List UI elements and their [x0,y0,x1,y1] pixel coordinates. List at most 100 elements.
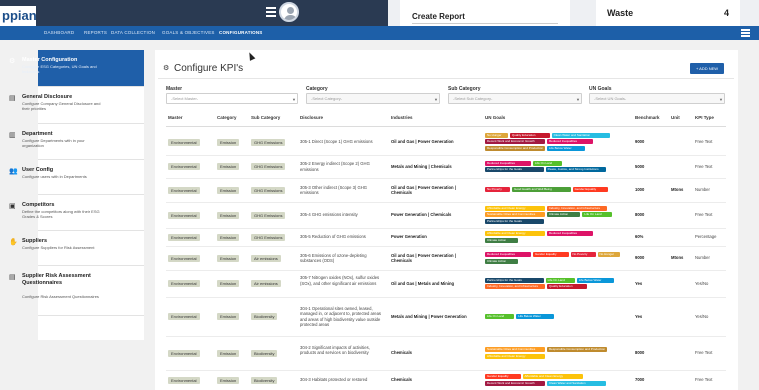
disclosure-text: 305-6 Emissions of ozone-depleting subst… [300,252,367,264]
category-tag: Emission [217,349,240,357]
category-tag: Emission [217,280,240,287]
un-goal-badge: Life Below Water [576,277,615,283]
sidebar-item-title: User Config [22,167,54,173]
industries-text: Oil and Gas | Metals and Mining [391,280,455,286]
master-tag: Environmental [168,138,200,146]
category-tag: Emission [217,138,240,146]
un-goal-badge: Clean Water and Sanitation [551,132,611,138]
add-new-button[interactable]: + ADD NEW [690,63,724,74]
category-tag: Emission [217,313,240,320]
un-goal-badge: Life On Land [533,160,563,166]
sidebar-item-description: Configure Departments with in your organ… [22,138,85,148]
unit-value: Mtons [671,255,684,261]
column-header-benchmark[interactable]: Benchmark [635,115,660,120]
document-icon: ▤ [9,274,16,281]
un-goal-badge: Reduced Inequalities [485,160,531,166]
sidebar-item-title: Supplier Risk Assessment Questionnaires [22,273,91,286]
disclosure-text: 305-2 Energy indirect (Scope 2) GHG emis… [300,161,370,172]
disclosure-text: 305-1 Direct (Scope 1) GHG emissions [300,139,373,145]
industries-text: Oil and Gas | Power Generation [391,139,454,145]
un-goal-badge: Life Below Water [547,145,585,151]
un-goal-badge: Affordable and Clean Energy [485,231,545,236]
disclosure-text: 305-3 Other indirect (Scope 3) GHG emiss… [300,184,368,196]
nav-goals-objectives[interactable]: GOALS & OBJECTIVES [162,30,215,35]
filter-label-master: Master [166,86,183,92]
master-tag: Environmental [168,233,200,241]
un-goal-badge: Sustainable Cities and Communities [485,212,545,218]
un-goal-badge: Life Below Water [516,313,554,319]
column-header-un-goals[interactable]: UN Goals [485,115,505,120]
sidebar-item-title: Suppliers [22,238,48,244]
gear-icon: ⚙ [163,65,170,72]
nav-reports[interactable]: REPORTS [84,30,107,35]
hamburger-menu-icon[interactable] [266,7,276,17]
category-tag: Emission [217,186,240,194]
gear-icon: ⚙ [9,58,16,65]
un-goal-badge: Climate Action [547,212,581,218]
sidebar-item-description: Configure users with in Departments [22,174,87,179]
master-tag: Environmental [168,163,200,170]
un-goals-select[interactable]: -Select UN Goals- [589,93,725,104]
sidebar-item-description: Configure ESG Categories, UN Goals and I… [22,64,97,74]
filter-label-un-goals: UN Goals [589,86,612,92]
sub-category-tag: Biodiversity [251,349,278,357]
un-goal-badge: Sustainable Cities and Communities [485,347,545,352]
column-header-sub-category[interactable]: Sub Category [251,115,280,120]
column-header-unit[interactable]: Unit [671,115,680,120]
disclosure-text: 305-7 Nitrogen oxides (NOx), sulfur oxid… [300,275,380,286]
waste-count: 4 [724,8,730,18]
sidebar-item-description: Configure Suppliers for Risk Assessment [22,245,95,250]
un-goal-badge: Life On Land [485,313,515,319]
sidebar-item-description: Define the competitors along with their … [22,209,100,219]
page-title: Configure KPI's [174,63,244,74]
nav-data-collection[interactable]: DATA COLLECTION [111,30,155,35]
un-goal-badge: Life On Land [582,212,612,218]
kpi-type-value: Percentage [695,234,717,240]
column-header-industries[interactable]: Industries [391,115,413,120]
sub-category-tag: GHG Emissions [251,233,286,241]
un-goal-badge: Partnerships for the Goals [485,277,544,283]
nav-menu-icon[interactable] [741,29,750,37]
nav-configurations[interactable]: CONFIGURATIONS [219,30,262,35]
building-icon: ▥ [9,132,16,139]
category-tag: Emission [217,254,240,262]
un-goal-badge: Gender Equality [485,374,521,379]
divider [166,126,726,127]
user-avatar[interactable] [279,2,299,22]
create-report-link[interactable]: Create Report [412,12,465,21]
industries-text: Oil and Gas | Power Generation | Chemica… [391,252,456,264]
category-tag: Emission [217,376,240,384]
kpi-type-value: Yes/No [695,313,709,319]
master-tag: Environmental [168,186,200,194]
master-select[interactable]: -Select Master- [166,93,298,104]
disclosure-text: 304-1 Operational sites owned, leased, m… [300,305,382,328]
chevron-down-icon: ▼ [434,97,438,102]
un-goal-badge: Affordable and Clean Energy [485,205,545,211]
sub-category-select[interactable]: -Select Sub Category- [448,93,582,104]
un-goal-badge: Clean Water and Sanitation [547,380,606,386]
master-tag: Environmental [168,313,200,320]
un-goal-badge: Responsible Consumption and Production [547,347,607,352]
kpi-type-value: Number [695,255,710,261]
nav-dashboard[interactable]: DASHBOARD [44,30,74,35]
benchmark-value: 5000 [635,163,645,169]
un-goal-badge: Climate Action [485,258,519,264]
master-tag: Environmental [168,280,200,287]
category-tag: Emission [217,163,240,170]
disclosure-text: 304-2 Significant impacts of activities,… [300,344,370,356]
benchmark-value: 60% [635,234,644,240]
column-header-category[interactable]: Category [217,115,237,120]
chevron-down-icon: ▼ [292,97,296,102]
disclosure-text: 304-3 Habitats protected or restored [300,377,368,383]
column-header-disclosure[interactable]: Disclosure [300,115,323,120]
column-header-kpi-type[interactable]: KPI Type [695,115,714,120]
industries-text: Metals and Mining | Power Generation [391,313,467,319]
un-goal-badge: Affordable and Clean Energy [485,353,545,359]
un-goal-badge: Affordable and Clean Energy [522,374,583,379]
column-header-master[interactable]: Master [168,115,183,120]
un-goal-badge: Reduced Inequalities [485,252,531,257]
benchmark-value: 8000 [635,350,645,356]
master-tag: Environmental [168,254,200,262]
industries-text: Power Generation | Chemicals [391,212,452,218]
category-select[interactable]: -Select Category- [306,93,440,104]
